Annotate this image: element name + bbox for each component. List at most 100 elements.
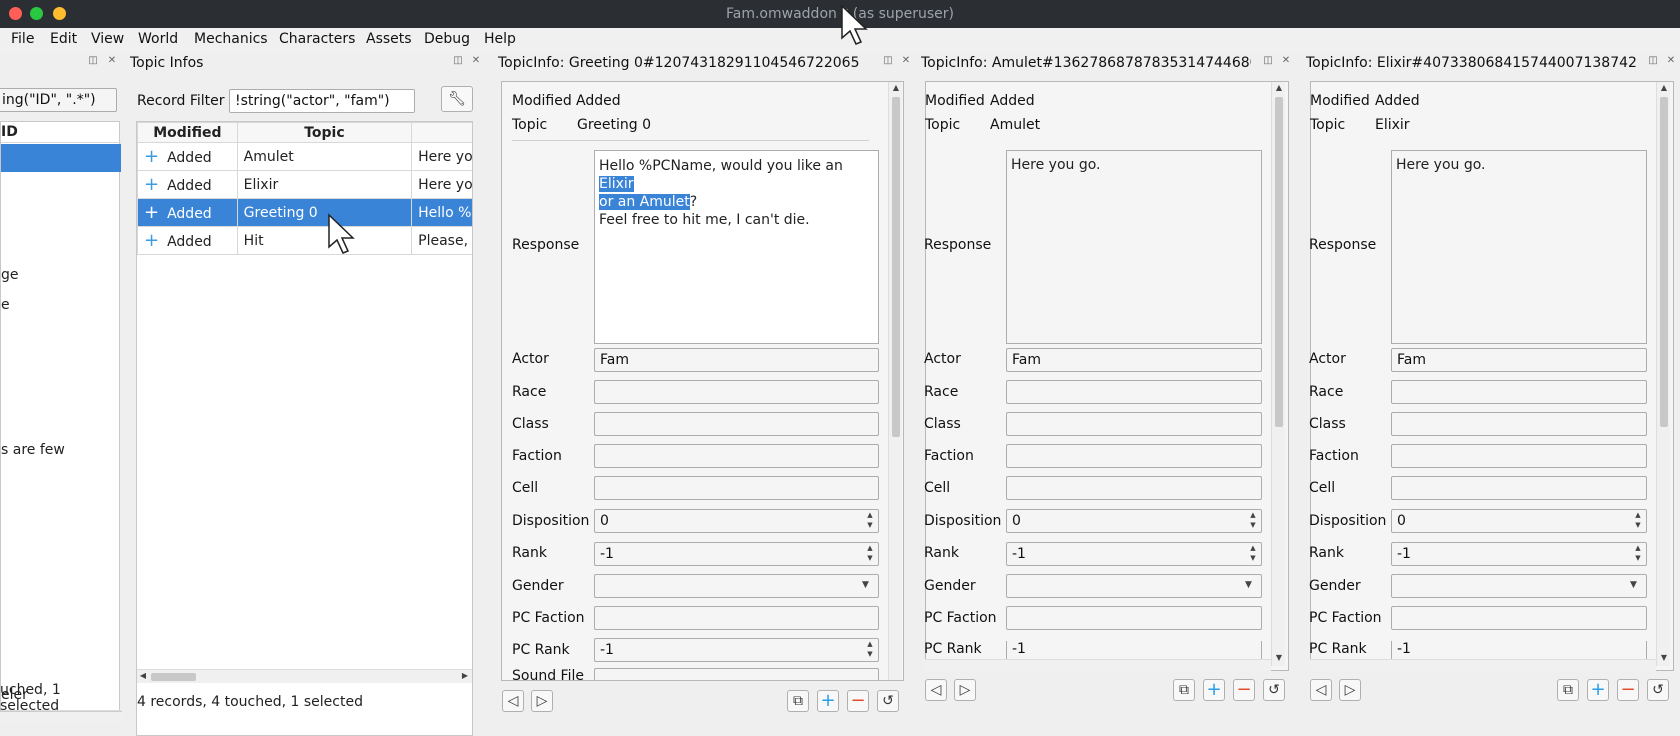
float-icon[interactable]: ◫ bbox=[1648, 56, 1658, 66]
prev-icon[interactable]: ◁ bbox=[502, 690, 524, 712]
spin-arrows-icon[interactable]: ▲ ▼ bbox=[1247, 510, 1259, 532]
chevron-down-icon[interactable]: ▼ bbox=[862, 580, 869, 590]
faction-field[interactable] bbox=[1006, 444, 1262, 468]
scroll-up-icon[interactable]: ▲ bbox=[1658, 83, 1670, 92]
disposition-spinbox[interactable]: 0 bbox=[594, 509, 879, 533]
race-field[interactable] bbox=[594, 380, 879, 404]
chevron-down-icon[interactable]: ▼ bbox=[1245, 580, 1252, 590]
left-filter-input[interactable]: ing("ID", ".*") bbox=[0, 88, 117, 112]
undo-icon[interactable]: ↺ bbox=[1647, 679, 1669, 701]
gender-select[interactable] bbox=[1006, 574, 1262, 598]
actor-field[interactable]: Fam bbox=[1391, 348, 1647, 372]
rank-spinbox[interactable]: -1 bbox=[1006, 542, 1262, 566]
left-selected-row[interactable] bbox=[1, 144, 121, 172]
response-textarea[interactable]: Hello %PCName, would you like an Elixir … bbox=[594, 150, 879, 344]
close-icon[interactable]: ✕ bbox=[107, 56, 117, 66]
row-topic[interactable]: Elixir bbox=[236, 170, 413, 199]
left-row-text[interactable]: s are few bbox=[1, 442, 65, 458]
table-row[interactable]: + Added Hit Please, be bbox=[137, 226, 472, 255]
menu-assets[interactable]: Assets bbox=[366, 31, 412, 47]
chevron-down-icon[interactable]: ▼ bbox=[1630, 580, 1637, 590]
gender-select[interactable] bbox=[594, 574, 879, 598]
pc-rank-spinbox[interactable]: -1 bbox=[594, 638, 879, 662]
response-textarea[interactable]: Here you go. bbox=[1006, 150, 1262, 344]
topics-hscroll[interactable]: ◀ ▶ bbox=[137, 669, 472, 683]
editor-vscroll[interactable]: ▲ bbox=[888, 82, 902, 680]
table-row[interactable]: + Added Elixir Here you bbox=[137, 170, 472, 199]
column-response[interactable] bbox=[411, 122, 472, 143]
rank-spinbox[interactable]: -1 bbox=[1391, 542, 1647, 566]
spin-arrows-icon[interactable]: ▲ ▼ bbox=[864, 510, 876, 532]
wrench-icon[interactable]: 🔧︎ bbox=[441, 86, 473, 112]
gender-select[interactable] bbox=[1391, 574, 1647, 598]
pc-rank-spinbox[interactable]: -1 bbox=[1006, 641, 1262, 659]
menu-help[interactable]: Help bbox=[484, 31, 516, 47]
row-response[interactable]: Hello %P bbox=[411, 198, 472, 227]
menu-world[interactable]: World bbox=[138, 31, 178, 47]
next-icon[interactable]: ▷ bbox=[1339, 679, 1361, 701]
minus-icon[interactable]: − bbox=[1233, 679, 1255, 701]
menu-characters[interactable]: Characters bbox=[279, 31, 355, 47]
cell-field[interactable] bbox=[1391, 476, 1647, 500]
float-icon[interactable]: ◫ bbox=[1263, 56, 1273, 66]
row-topic[interactable]: Amulet bbox=[236, 142, 413, 171]
menu-mechanics[interactable]: Mechanics bbox=[194, 31, 268, 47]
row-topic[interactable]: Hit bbox=[236, 226, 413, 255]
faction-field[interactable] bbox=[1391, 444, 1647, 468]
row-response[interactable]: Here you bbox=[411, 142, 472, 171]
scroll-right-icon[interactable]: ▶ bbox=[459, 671, 471, 680]
next-icon[interactable]: ▷ bbox=[531, 690, 553, 712]
undo-icon[interactable]: ↺ bbox=[1263, 679, 1285, 701]
left-row-text[interactable]: e bbox=[1, 297, 10, 313]
editor-hscroll[interactable] bbox=[925, 659, 1271, 671]
scroll-down-icon[interactable]: ▼ bbox=[1658, 653, 1670, 662]
spin-arrows-icon[interactable]: ▲ ▼ bbox=[1632, 543, 1644, 565]
cell-field[interactable] bbox=[594, 476, 879, 500]
editor-vscroll[interactable]: ▲ ▼ bbox=[1271, 82, 1285, 666]
pc-faction-field[interactable] bbox=[594, 606, 879, 630]
faction-field[interactable] bbox=[594, 444, 879, 468]
float-icon[interactable]: ◫ bbox=[88, 56, 98, 66]
class-field[interactable] bbox=[594, 412, 879, 436]
response-textarea[interactable]: Here you go. bbox=[1391, 150, 1647, 344]
float-icon[interactable]: ◫ bbox=[453, 56, 463, 66]
row-topic[interactable]: Greeting 0 bbox=[236, 198, 413, 227]
race-field[interactable] bbox=[1006, 380, 1262, 404]
spin-arrows-icon[interactable]: ▲ ▼ bbox=[864, 639, 876, 661]
record-filter-input[interactable]: !string("actor", "fam") bbox=[229, 89, 415, 113]
disposition-spinbox[interactable]: 0 bbox=[1391, 509, 1647, 533]
sound-file-field[interactable] bbox=[594, 668, 879, 680]
scroll-up-icon[interactable]: ▲ bbox=[890, 83, 902, 92]
row-response[interactable]: Please, be bbox=[411, 226, 472, 255]
spin-arrows-icon[interactable]: ▲ ▼ bbox=[1247, 543, 1259, 565]
pc-faction-field[interactable] bbox=[1006, 606, 1262, 630]
table-row[interactable]: + Added Amulet Here you bbox=[137, 142, 472, 171]
prev-icon[interactable]: ◁ bbox=[925, 679, 947, 701]
actor-field[interactable]: Fam bbox=[594, 348, 879, 372]
float-icon[interactable]: ◫ bbox=[883, 56, 893, 66]
spin-arrows-icon[interactable]: ▲ ▼ bbox=[1632, 510, 1644, 532]
scroll-left-icon[interactable]: ◀ bbox=[137, 671, 149, 680]
clone-icon[interactable]: ⧉ bbox=[1557, 679, 1579, 701]
disposition-spinbox[interactable]: 0 bbox=[1006, 509, 1262, 533]
left-column-header[interactable]: ID bbox=[1, 122, 121, 143]
minus-icon[interactable]: − bbox=[1617, 679, 1639, 701]
clone-icon[interactable]: ⧉ bbox=[1173, 679, 1195, 701]
prev-icon[interactable]: ◁ bbox=[1310, 679, 1332, 701]
menu-edit[interactable]: Edit bbox=[50, 31, 77, 47]
close-icon[interactable]: ✕ bbox=[1281, 56, 1291, 66]
plus-icon[interactable]: + bbox=[1587, 679, 1609, 701]
editor-hscroll[interactable] bbox=[1310, 659, 1656, 671]
close-icon[interactable]: ✕ bbox=[471, 56, 481, 66]
table-row-selected[interactable]: + Added Greeting 0 Hello %P bbox=[137, 198, 472, 227]
minus-icon[interactable]: − bbox=[847, 690, 869, 712]
scroll-up-icon[interactable]: ▲ bbox=[1273, 83, 1285, 92]
menu-debug[interactable]: Debug bbox=[424, 31, 470, 47]
left-row-text[interactable]: ge bbox=[1, 267, 19, 283]
close-icon[interactable]: ✕ bbox=[1666, 56, 1676, 66]
plus-icon[interactable]: + bbox=[817, 690, 839, 712]
clone-icon[interactable]: ⧉ bbox=[787, 690, 809, 712]
actor-field[interactable]: Fam bbox=[1006, 348, 1262, 372]
row-response[interactable]: Here you bbox=[411, 170, 472, 199]
column-topic[interactable]: Topic bbox=[236, 122, 413, 143]
